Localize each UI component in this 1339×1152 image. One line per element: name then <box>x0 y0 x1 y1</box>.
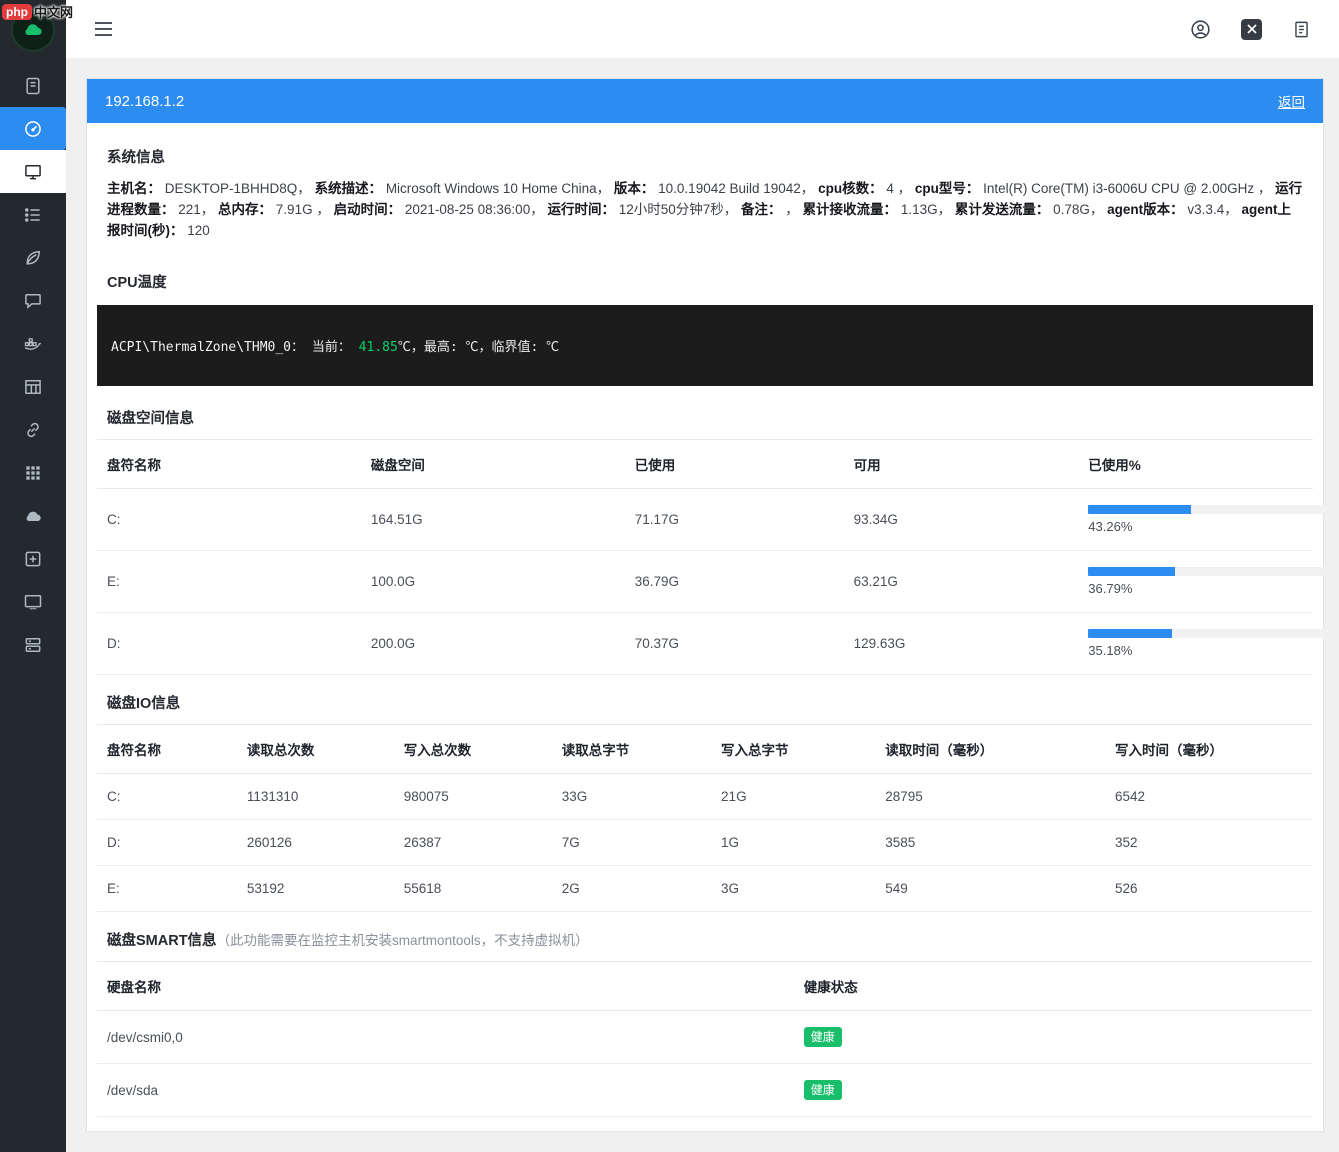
main-area: 192.168.1.2 返回 系统信息 主机名： DESKTOP-1BHHD8Q… <box>66 0 1339 1152</box>
server-stack-icon <box>23 635 43 655</box>
table-row: C: 1131310 980075 33G 21G 28795 6542 <box>97 774 1313 820</box>
panel-header: 192.168.1.2 返回 <box>87 79 1323 123</box>
smart-heading: 磁盘SMART信息（此功能需要在监控主机安装smartmontools，不支持虚… <box>97 912 1313 961</box>
table-header-row: 盘符名称 读取总次数 写入总次数 读取总字节 写入总字节 读取时间（毫秒） 写入… <box>97 725 1313 774</box>
table-row: C: 164.51G 71.17G 93.34G 43.26% <box>97 489 1313 551</box>
docker-icon <box>23 334 43 354</box>
health-status-badge: 健康 <box>804 1027 842 1047</box>
cloud-logo-icon <box>21 18 45 42</box>
sidebar-item-server[interactable] <box>0 623 66 666</box>
php-badge: php <box>2 4 32 20</box>
journal-icon <box>23 76 43 96</box>
sidebar-item-message[interactable] <box>0 279 66 322</box>
table-row: /dev/sda 健康 <box>97 1064 1313 1117</box>
sidebar-item-leaf[interactable] <box>0 236 66 279</box>
sidebar-item-tasks[interactable] <box>0 193 66 236</box>
health-status-badge: 健康 <box>804 1080 842 1100</box>
sidebar-item-docker[interactable] <box>0 322 66 365</box>
sidebar-item-table[interactable] <box>0 365 66 408</box>
watermark-text: 中文网 <box>34 2 73 21</box>
sidebar-item-dashboard[interactable] <box>0 107 66 150</box>
grid-icon <box>23 463 43 483</box>
site-watermark: php 中文网 <box>2 2 73 21</box>
sidebar-item-apps[interactable] <box>0 451 66 494</box>
table-header-row: 硬盘名称 健康状态 <box>97 962 1313 1011</box>
smart-heading-title: 磁盘SMART信息 <box>107 933 217 949</box>
panel-body: 系统信息 主机名： DESKTOP-1BHHD8Q， 系统描述： Microso… <box>87 123 1323 1131</box>
log-icon[interactable] <box>1292 19 1311 40</box>
user-icon[interactable] <box>1190 19 1211 40</box>
footer: Copyright ©2017-2021 www.wgstart.com. Al… <box>86 1132 1324 1152</box>
system-info-heading: 系统信息 <box>97 129 1313 178</box>
table-row: /dev/csmi0,0 健康 <box>97 1011 1313 1064</box>
cloud-icon <box>23 506 43 526</box>
task-list-icon <box>23 205 43 225</box>
disk-usage-progress <box>1088 629 1325 638</box>
sidebar-item-cloud[interactable] <box>0 494 66 537</box>
topbar <box>66 0 1339 58</box>
sidebar-item-screen[interactable] <box>0 580 66 623</box>
table-header-row: 盘符名称 磁盘空间 已使用 可用 已使用% <box>97 440 1313 489</box>
cpu-temp-value: 41.85 <box>359 340 398 355</box>
disk-space-heading: 磁盘空间信息 <box>97 390 1313 439</box>
hamburger-menu-icon[interactable] <box>94 21 113 37</box>
close-box <box>1241 19 1262 40</box>
sidebar-item-host-monitor[interactable] <box>0 150 66 193</box>
cpu-temp-heading: CPU温度 <box>97 254 1313 303</box>
sidebar-item-add[interactable] <box>0 537 66 580</box>
sidebar <box>0 0 66 1152</box>
content: 192.168.1.2 返回 系统信息 主机名： DESKTOP-1BHHD8Q… <box>66 58 1339 1152</box>
disk-usage-percent: 35.18% <box>1088 643 1303 658</box>
disk-io-table: 盘符名称 读取总次数 写入总次数 读取总字节 写入总字节 读取时间（毫秒） 写入… <box>97 724 1313 912</box>
table-row: D: 260126 26387 7G 1G 3585 352 <box>97 820 1313 866</box>
disk-usage-percent: 43.26% <box>1088 519 1303 534</box>
monitor-icon <box>23 162 43 182</box>
smart-table: 硬盘名称 健康状态 /dev/csmi0,0 健康 /dev/sda <box>97 961 1313 1117</box>
thermal-zone-label: ACPI\ThermalZone\THM0_0： <box>111 340 304 355</box>
disk-usage-percent: 36.79% <box>1088 581 1303 596</box>
table-row: E: 100.0G 36.79G 63.21G 36.79% <box>97 551 1313 613</box>
disk-io-heading: 磁盘IO信息 <box>97 675 1313 724</box>
app-root: 192.168.1.2 返回 系统信息 主机名： DESKTOP-1BHHD8Q… <box>0 0 1339 1152</box>
table-row: E: 53192 55618 2G 3G 549 526 <box>97 866 1313 912</box>
link-icon <box>23 420 43 440</box>
cpu-temp-console: ACPI\ThermalZone\THM0_0： 当前： 41.85℃，最高: … <box>97 305 1313 386</box>
disk-usage-progress <box>1088 567 1325 576</box>
disk-space-table: 盘符名称 磁盘空间 已使用 可用 已使用% C: 164.51G <box>97 439 1313 675</box>
disk-usage-progress <box>1088 505 1325 514</box>
close-icon[interactable] <box>1241 19 1262 40</box>
table-icon <box>23 377 43 397</box>
table-row: D: 200.0G 70.37G 129.63G 35.18% <box>97 613 1313 675</box>
system-info-text: 主机名： DESKTOP-1BHHD8Q， 系统描述： Microsoft Wi… <box>97 178 1313 254</box>
host-ip-title: 192.168.1.2 <box>105 93 184 110</box>
back-link[interactable]: 返回 <box>1278 91 1305 111</box>
sidebar-item-journal[interactable] <box>0 64 66 107</box>
smart-heading-note: （此功能需要在监控主机安装smartmontools，不支持虚拟机） <box>217 933 589 948</box>
chat-bubble-icon <box>23 291 43 311</box>
plus-square-icon <box>23 549 43 569</box>
host-detail-panel: 192.168.1.2 返回 系统信息 主机名： DESKTOP-1BHHD8Q… <box>86 78 1324 1132</box>
sidebar-item-link[interactable] <box>0 408 66 451</box>
screen-icon <box>23 592 43 612</box>
dashboard-icon <box>23 119 43 139</box>
leaf-icon <box>23 248 43 268</box>
